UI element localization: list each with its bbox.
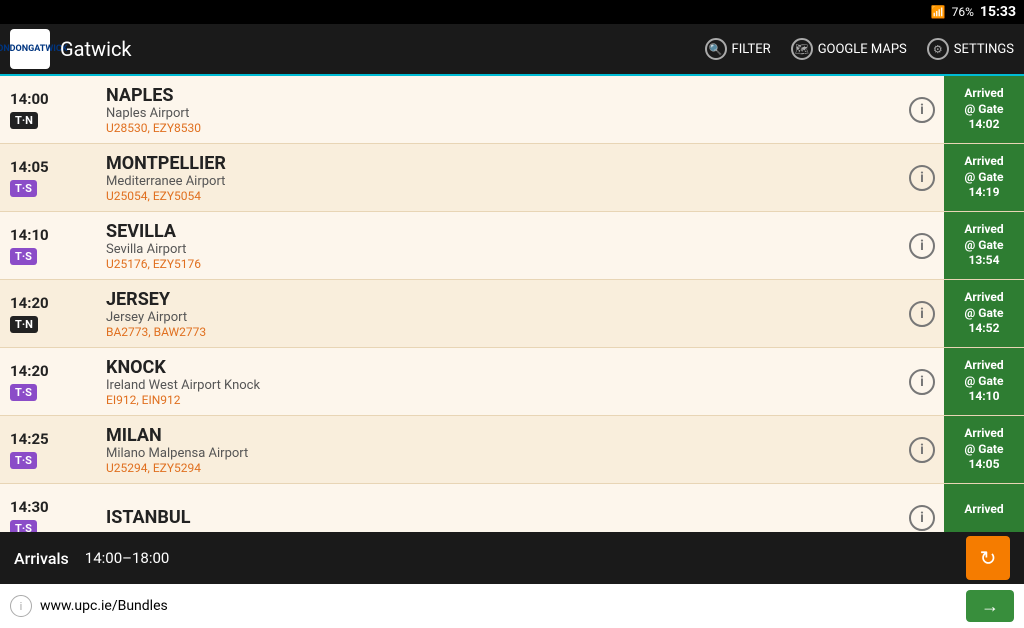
flight-airport: Ireland West Airport Knock (106, 378, 894, 393)
flight-info-col: KNOCK Ireland West Airport Knock EI912, … (100, 348, 900, 415)
flight-time-col: 14:00 T·N (0, 76, 100, 143)
flight-airport: Mediterranee Airport (106, 174, 894, 189)
filter-button[interactable]: 🔍 FILTER (705, 38, 771, 60)
table-row: 14:00 T·N NAPLES Naples Airport U28530, … (0, 76, 1024, 144)
info-icon-col: i (900, 144, 944, 211)
terminal-badge: T·S (10, 248, 37, 265)
flight-info-col: MILAN Milano Malpensa Airport U25294, EZ… (100, 416, 900, 483)
flight-status: Arrived@ Gate14:02 (944, 76, 1024, 143)
flight-destination: JERSEY (106, 289, 894, 310)
ad-bar: i www.upc.ie/Bundles → (0, 584, 1024, 628)
flight-airport: Jersey Airport (106, 310, 894, 325)
settings-button[interactable]: ⚙ SETTINGS (927, 38, 1014, 60)
flight-status: Arrived@ Gate14:10 (944, 348, 1024, 415)
flight-time: 14:30 (10, 498, 49, 516)
flight-status: Arrived@ Gate14:05 (944, 416, 1024, 483)
table-row: 14:25 T·S MILAN Milano Malpensa Airport … (0, 416, 1024, 484)
flight-destination: SEVILLA (106, 221, 894, 242)
flight-destination: KNOCK (106, 357, 894, 378)
bottom-bar: Arrivals 14:00–18:00 ↻ (0, 532, 1024, 584)
flight-time-col: 14:25 T·S (0, 416, 100, 483)
clock: 15:33 (980, 4, 1016, 20)
terminal-badge: T·N (10, 316, 38, 333)
info-button[interactable]: i (909, 437, 935, 463)
flight-destination: NAPLES (106, 85, 894, 106)
flight-codes: BA2773, BAW2773 (106, 325, 894, 339)
flight-airport: Milano Malpensa Airport (106, 446, 894, 461)
status-bar: 📶 76% 15:33 (0, 0, 1024, 24)
flight-time: 14:00 (10, 90, 49, 108)
flight-airport: Naples Airport (106, 106, 894, 121)
flight-time-col: 14:05 T·S (0, 144, 100, 211)
info-icon-col: i (900, 280, 944, 347)
info-button[interactable]: i (909, 505, 935, 531)
table-row: 14:30 T·S ISTANBUL i Arrived (0, 484, 1024, 532)
gear-icon: ⚙ (927, 38, 949, 60)
terminal-badge: T·S (10, 520, 37, 532)
table-row: 14:20 T·N JERSEY Jersey Airport BA2773, … (0, 280, 1024, 348)
flight-status: Arrived (944, 484, 1024, 532)
flight-codes: U25294, EZY5294 (106, 461, 894, 475)
info-button[interactable]: i (909, 233, 935, 259)
terminal-badge: T·S (10, 452, 37, 469)
top-bar: LONDON GATWICK Gatwick 🔍 FILTER 🗺 GOOGLE… (0, 24, 1024, 76)
flight-destination: MILAN (106, 425, 894, 446)
time-range: 14:00–18:00 (85, 549, 950, 567)
info-icon-col: i (900, 76, 944, 143)
app-icon: LONDON GATWICK (10, 29, 50, 69)
flight-destination: ISTANBUL (106, 507, 894, 528)
flight-time: 14:25 (10, 430, 49, 448)
map-icon: 🗺 (791, 38, 813, 60)
terminal-badge: T·S (10, 384, 37, 401)
table-row: 14:05 T·S MONTPELLIER Mediterranee Airpo… (0, 144, 1024, 212)
flight-info-col: NAPLES Naples Airport U28530, EZY8530 (100, 76, 900, 143)
flight-time-col: 14:20 T·S (0, 348, 100, 415)
ad-url: www.upc.ie/Bundles (40, 598, 958, 614)
arrivals-label: Arrivals (14, 549, 69, 568)
flight-info-col: SEVILLA Sevilla Airport U25176, EZY5176 (100, 212, 900, 279)
flight-codes: U25054, EZY5054 (106, 189, 894, 203)
flight-list: 14:00 T·N NAPLES Naples Airport U28530, … (0, 76, 1024, 532)
flight-codes: U28530, EZY8530 (106, 121, 894, 135)
flight-status: Arrived@ Gate14:19 (944, 144, 1024, 211)
ad-go-button[interactable]: → (966, 590, 1014, 622)
flight-info-col: MONTPELLIER Mediterranee Airport U25054,… (100, 144, 900, 211)
flight-time-col: 14:30 T·S (0, 484, 100, 532)
info-button[interactable]: i (909, 369, 935, 395)
info-button[interactable]: i (909, 97, 935, 123)
app-title: Gatwick (60, 37, 695, 61)
info-button[interactable]: i (909, 301, 935, 327)
flight-time: 14:20 (10, 294, 49, 312)
battery-level: 76% (952, 5, 974, 19)
flight-time-col: 14:10 T·S (0, 212, 100, 279)
flight-time: 14:20 (10, 362, 49, 380)
flight-codes: EI912, EIN912 (106, 393, 894, 407)
table-row: 14:20 T·S KNOCK Ireland West Airport Kno… (0, 348, 1024, 416)
terminal-badge: T·S (10, 180, 37, 197)
info-icon-col: i (900, 212, 944, 279)
table-row: 14:10 T·S SEVILLA Sevilla Airport U25176… (0, 212, 1024, 280)
info-icon: i (10, 595, 32, 617)
info-icon-col: i (900, 484, 944, 532)
info-icon-col: i (900, 348, 944, 415)
flight-destination: MONTPELLIER (106, 153, 894, 174)
info-icon-col: i (900, 416, 944, 483)
flight-codes: U25176, EZY5176 (106, 257, 894, 271)
flight-airport: Sevilla Airport (106, 242, 894, 257)
flight-info-col: JERSEY Jersey Airport BA2773, BAW2773 (100, 280, 900, 347)
refresh-button[interactable]: ↻ (966, 536, 1010, 580)
info-button[interactable]: i (909, 165, 935, 191)
flight-info-col: ISTANBUL (100, 484, 900, 532)
flight-time: 14:10 (10, 226, 49, 244)
flight-status: Arrived@ Gate14:52 (944, 280, 1024, 347)
flight-status: Arrived@ Gate13:54 (944, 212, 1024, 279)
wifi-icon: 📶 (931, 5, 946, 19)
flight-time: 14:05 (10, 158, 49, 176)
flight-time-col: 14:20 T·N (0, 280, 100, 347)
terminal-badge: T·N (10, 112, 38, 129)
top-bar-actions: 🔍 FILTER 🗺 GOOGLE MAPS ⚙ SETTINGS (705, 38, 1014, 60)
google-maps-button[interactable]: 🗺 GOOGLE MAPS (791, 38, 907, 60)
search-icon: 🔍 (705, 38, 727, 60)
